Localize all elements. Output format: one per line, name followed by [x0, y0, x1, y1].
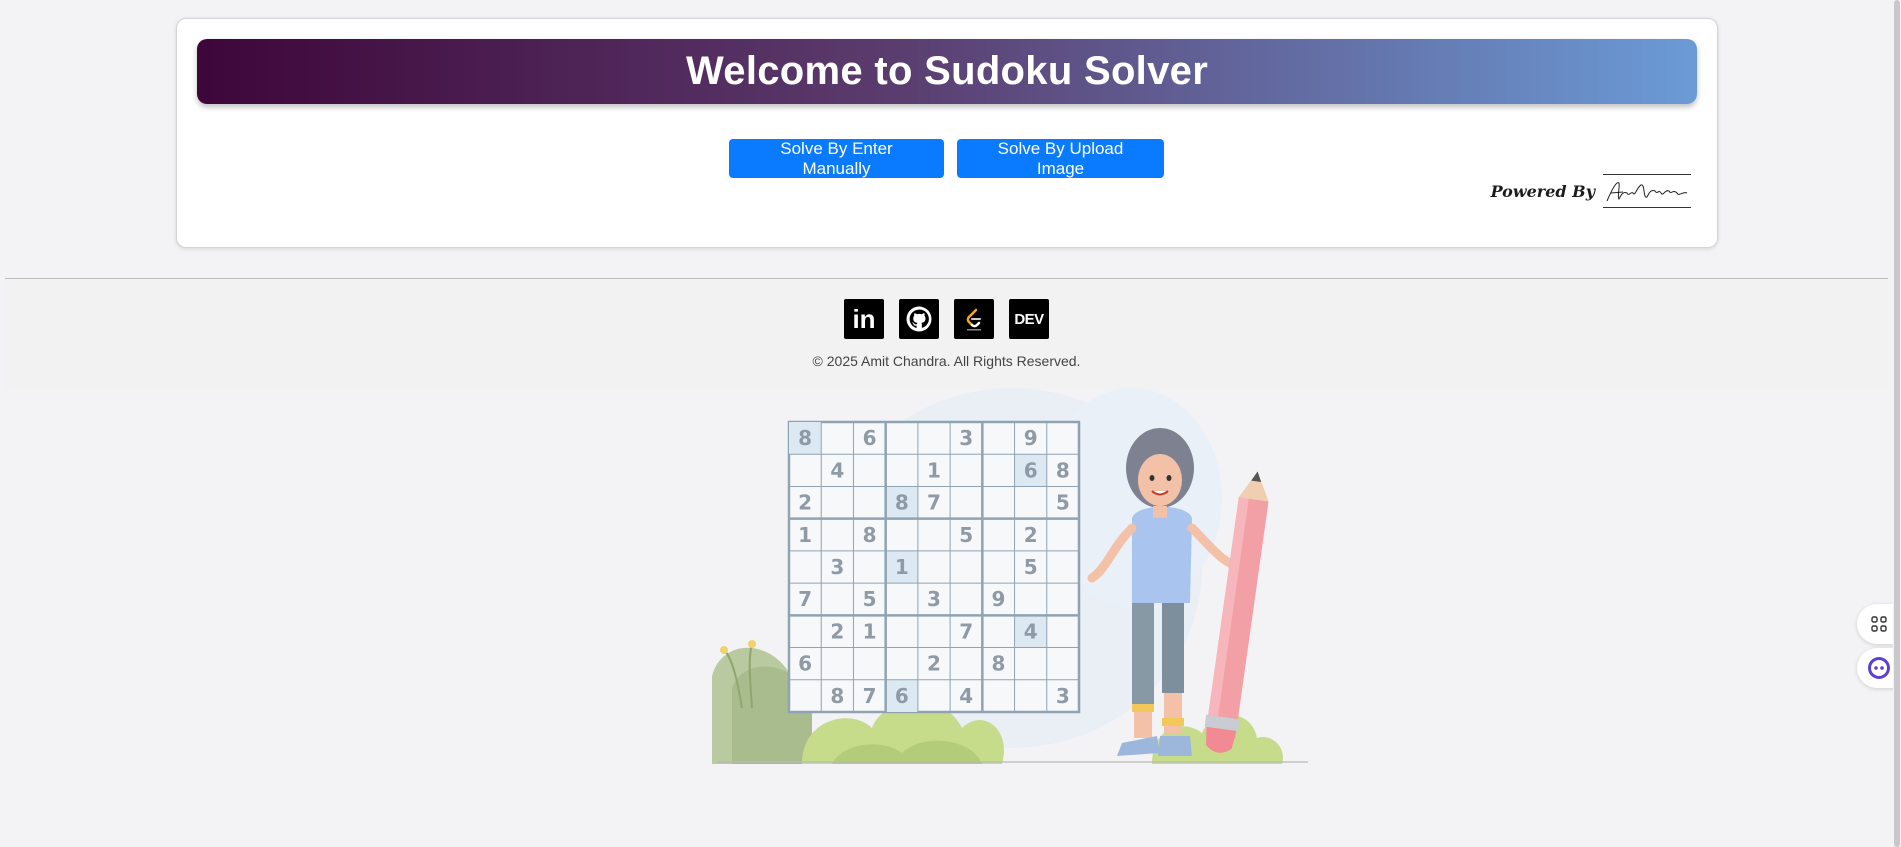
page-scrollbar[interactable]	[1893, 0, 1901, 847]
sudoku-digit: 8	[863, 523, 877, 547]
sudoku-digit: 1	[927, 458, 941, 482]
sudoku-digit: 8	[830, 684, 844, 708]
page-title: Welcome to Sudoku Solver	[685, 49, 1209, 93]
solve-manually-button[interactable]: Solve By Enter Manually	[729, 139, 944, 178]
scrollbar-thumb[interactable]	[1894, 0, 1900, 847]
github-icon[interactable]	[899, 299, 939, 339]
sudoku-digit: 2	[798, 491, 812, 515]
sudoku-digit: 3	[927, 587, 941, 611]
sudoku-digit: 1	[895, 555, 909, 579]
sudoku-digit: 6	[1024, 458, 1038, 482]
sudoku-digit: 8	[895, 491, 909, 515]
linkedin-icon[interactable]: in	[844, 299, 884, 339]
sudoku-digit: 3	[959, 426, 973, 450]
solve-upload-image-button[interactable]: Solve By Upload Image	[957, 139, 1164, 178]
sudoku-digit: 5	[959, 523, 973, 547]
sudoku-digit: 2	[927, 652, 941, 676]
sudoku-digit: 4	[830, 458, 844, 482]
sudoku-digit: 7	[863, 684, 877, 708]
dev-icon[interactable]: DEV	[1009, 299, 1049, 339]
sudoku-digit: 9	[991, 587, 1005, 611]
sudoku-digit: 6	[863, 426, 877, 450]
powered-by-label: Powered By	[1490, 181, 1595, 201]
sudoku-digit: 9	[1024, 426, 1038, 450]
sudoku-digit: 5	[1056, 491, 1070, 515]
sudoku-digit: 8	[798, 426, 812, 450]
sudoku-digit: 3	[830, 555, 844, 579]
sudoku-digit: 7	[798, 587, 812, 611]
sudoku-digit: 3	[1056, 684, 1070, 708]
copyright-text: © 2025 Amit Chandra. All Rights Reserved…	[812, 353, 1081, 369]
sudoku-illustration: 86394168287518523157539217462887643	[712, 388, 1308, 764]
sudoku-digit: 4	[1024, 619, 1038, 643]
footer: in DEV © 2025 Amit Chandra. All Rights R…	[5, 279, 1888, 389]
sudoku-digit: 8	[991, 652, 1005, 676]
sudoku-digit: 5	[1024, 555, 1038, 579]
sudoku-digit: 4	[959, 684, 973, 708]
main-card: Welcome to Sudoku Solver Solve By Enter …	[176, 18, 1718, 248]
sudoku-digit: 8	[1056, 458, 1070, 482]
sudoku-digit: 5	[863, 587, 877, 611]
sudoku-digit: 6	[798, 652, 812, 676]
powered-by: Powered By	[1491, 174, 1691, 208]
title-banner: Welcome to Sudoku Solver	[197, 39, 1697, 104]
sudoku-digit: 2	[1024, 523, 1038, 547]
signature-logo	[1603, 174, 1691, 208]
sudoku-digit: 7	[927, 491, 941, 515]
sudoku-digit: 2	[830, 619, 844, 643]
sudoku-digit: 1	[863, 619, 877, 643]
sudoku-digit: 7	[959, 619, 973, 643]
sudoku-digit: 6	[895, 684, 909, 708]
sudoku-digit: 1	[798, 523, 812, 547]
social-links: in DEV	[5, 299, 1888, 339]
leetcode-icon[interactable]	[954, 299, 994, 339]
